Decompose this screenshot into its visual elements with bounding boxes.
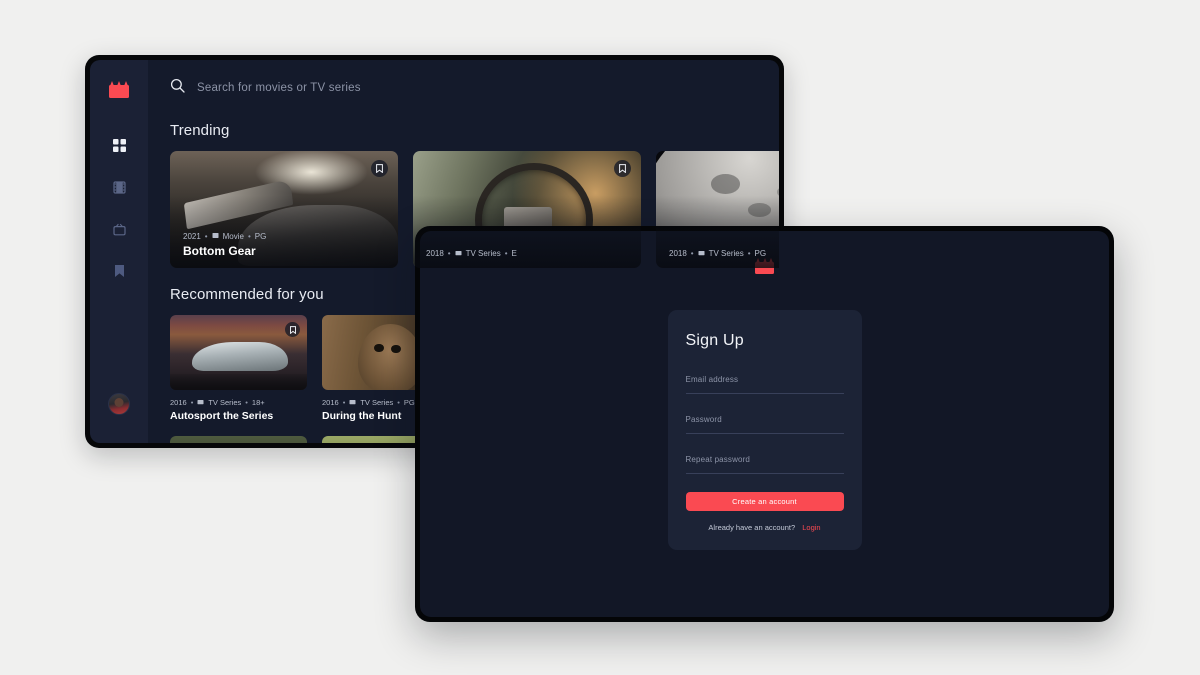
movie-card[interactable] <box>170 436 307 443</box>
meta-separator: • <box>504 249 508 258</box>
tv-icon <box>349 398 356 407</box>
meta-separator: • <box>245 398 248 407</box>
card-meta-line: 2021 • Movie • PG <box>183 232 266 241</box>
card-year: 2018 <box>669 249 687 258</box>
signup-window: Sign Up Email address Password Repeat pa… <box>415 226 1114 622</box>
signup-window-content: Sign Up Email address Password Repeat pa… <box>420 231 1109 617</box>
sidebar-item-bookmarks[interactable] <box>106 260 132 282</box>
card-rating: PG <box>754 249 767 258</box>
meta-separator: • <box>204 232 208 241</box>
password-field[interactable]: Password <box>685 409 844 434</box>
signup-heading: Sign Up <box>685 332 744 349</box>
movie-card[interactable]: 2021 • Movie • PG Bottom Gear <box>170 151 398 268</box>
card-thumbnail: 2021 • Movie • PG Bottom Gear <box>170 151 398 268</box>
sidebar <box>90 60 148 443</box>
card-thumbnail: 2018 • TV Series • PG <box>656 151 779 268</box>
card-type: Movie <box>222 232 244 241</box>
user-avatar[interactable] <box>108 393 130 415</box>
search-input-placeholder[interactable]: Search for movies or TV series <box>197 82 361 94</box>
card-type: TV Series <box>708 249 744 258</box>
movie-icon <box>212 232 219 241</box>
card-type: TV Series <box>465 249 501 258</box>
card-year: 2016 <box>322 398 339 407</box>
trending-row: 2021 • Movie • PG Bottom Gear 2018 • TV … <box>170 151 779 268</box>
bookmark-toggle-button[interactable] <box>285 322 300 337</box>
email-field-placeholder: Email address <box>685 375 739 384</box>
meta-separator: • <box>747 249 751 258</box>
signup-footer: Already have an account? Login <box>686 523 844 532</box>
card-title: Autosport the Series <box>170 410 274 422</box>
sidebar-item-dashboard[interactable] <box>106 134 132 156</box>
card-thumbnail: 2018 • TV Series • E <box>413 151 641 268</box>
card-rating: 18+ <box>251 398 265 407</box>
card-meta: 2021 • Movie • PG Bottom Gear <box>183 232 266 258</box>
movie-card[interactable]: 2016 • TV Series • 18+ Autosport the Ser… <box>170 315 307 422</box>
bookmark-toggle-button[interactable] <box>614 160 631 177</box>
meta-separator: • <box>397 398 400 407</box>
meta-separator: • <box>247 232 251 241</box>
create-account-button[interactable]: Create an account <box>685 492 844 511</box>
bookmark-toggle-button[interactable] <box>371 160 388 177</box>
clapperboard-logo-icon[interactable] <box>109 81 129 98</box>
search-bar[interactable]: Search for movies or TV series <box>170 60 779 116</box>
tv-icon <box>455 249 462 258</box>
login-link[interactable]: Login <box>802 523 820 532</box>
card-rating: E <box>511 249 517 258</box>
tv-icon <box>112 223 126 236</box>
signup-footer-text: Already have an account? <box>708 523 796 532</box>
card-title: Bottom Gear <box>183 244 256 258</box>
meta-separator: • <box>190 398 194 407</box>
card-year: 2021 <box>183 232 201 241</box>
card-meta: 2016 • TV Series • 18+ Autosport the Ser… <box>170 398 307 422</box>
sidebar-item-tv-series[interactable] <box>106 218 132 240</box>
card-thumbnail <box>170 315 307 390</box>
card-year: 2018 <box>426 249 444 258</box>
repeat-password-field-placeholder: Repeat password <box>685 455 751 464</box>
grid-dashboard-icon <box>112 138 126 152</box>
card-thumbnail <box>170 436 307 443</box>
card-rating: PG <box>254 232 267 241</box>
card-meta: 2018 • TV Series • PG <box>669 249 766 258</box>
signup-form-card: Sign Up Email address Password Repeat pa… <box>667 310 862 550</box>
card-meta-line: 2018 • TV Series • PG <box>669 249 766 258</box>
sidebar-nav <box>106 134 132 282</box>
password-field-placeholder: Password <box>685 415 722 424</box>
email-field[interactable]: Email address <box>685 369 844 394</box>
repeat-password-field[interactable]: Repeat password <box>685 449 844 474</box>
meta-separator: • <box>690 249 694 258</box>
tv-icon <box>197 398 204 407</box>
card-type: TV Series <box>208 398 242 407</box>
tv-icon <box>698 249 705 258</box>
sidebar-item-movies[interactable] <box>106 176 132 198</box>
card-artwork <box>170 436 307 443</box>
bookmark-icon <box>114 264 125 278</box>
screenshot-stage: Search for movies or TV series Trending <box>0 0 1200 675</box>
movie-card[interactable]: 2018 • TV Series • PG <box>656 151 779 268</box>
meta-separator: • <box>447 249 451 258</box>
card-meta-line: 2016 • TV Series • 18+ <box>170 398 307 407</box>
card-meta-line: 2018 • TV Series • E <box>426 249 517 258</box>
section-title-trending: Trending <box>170 122 230 139</box>
card-year: 2016 <box>170 398 187 407</box>
clapperboard-board <box>109 85 129 98</box>
meta-separator: • <box>342 398 346 407</box>
movie-card[interactable]: 2018 • TV Series • E <box>413 151 641 268</box>
film-strip-icon <box>112 180 126 194</box>
card-rating: PG <box>403 398 415 407</box>
card-meta: 2018 • TV Series • E <box>426 249 517 258</box>
search-icon <box>170 78 185 98</box>
card-type: TV Series <box>360 398 394 407</box>
